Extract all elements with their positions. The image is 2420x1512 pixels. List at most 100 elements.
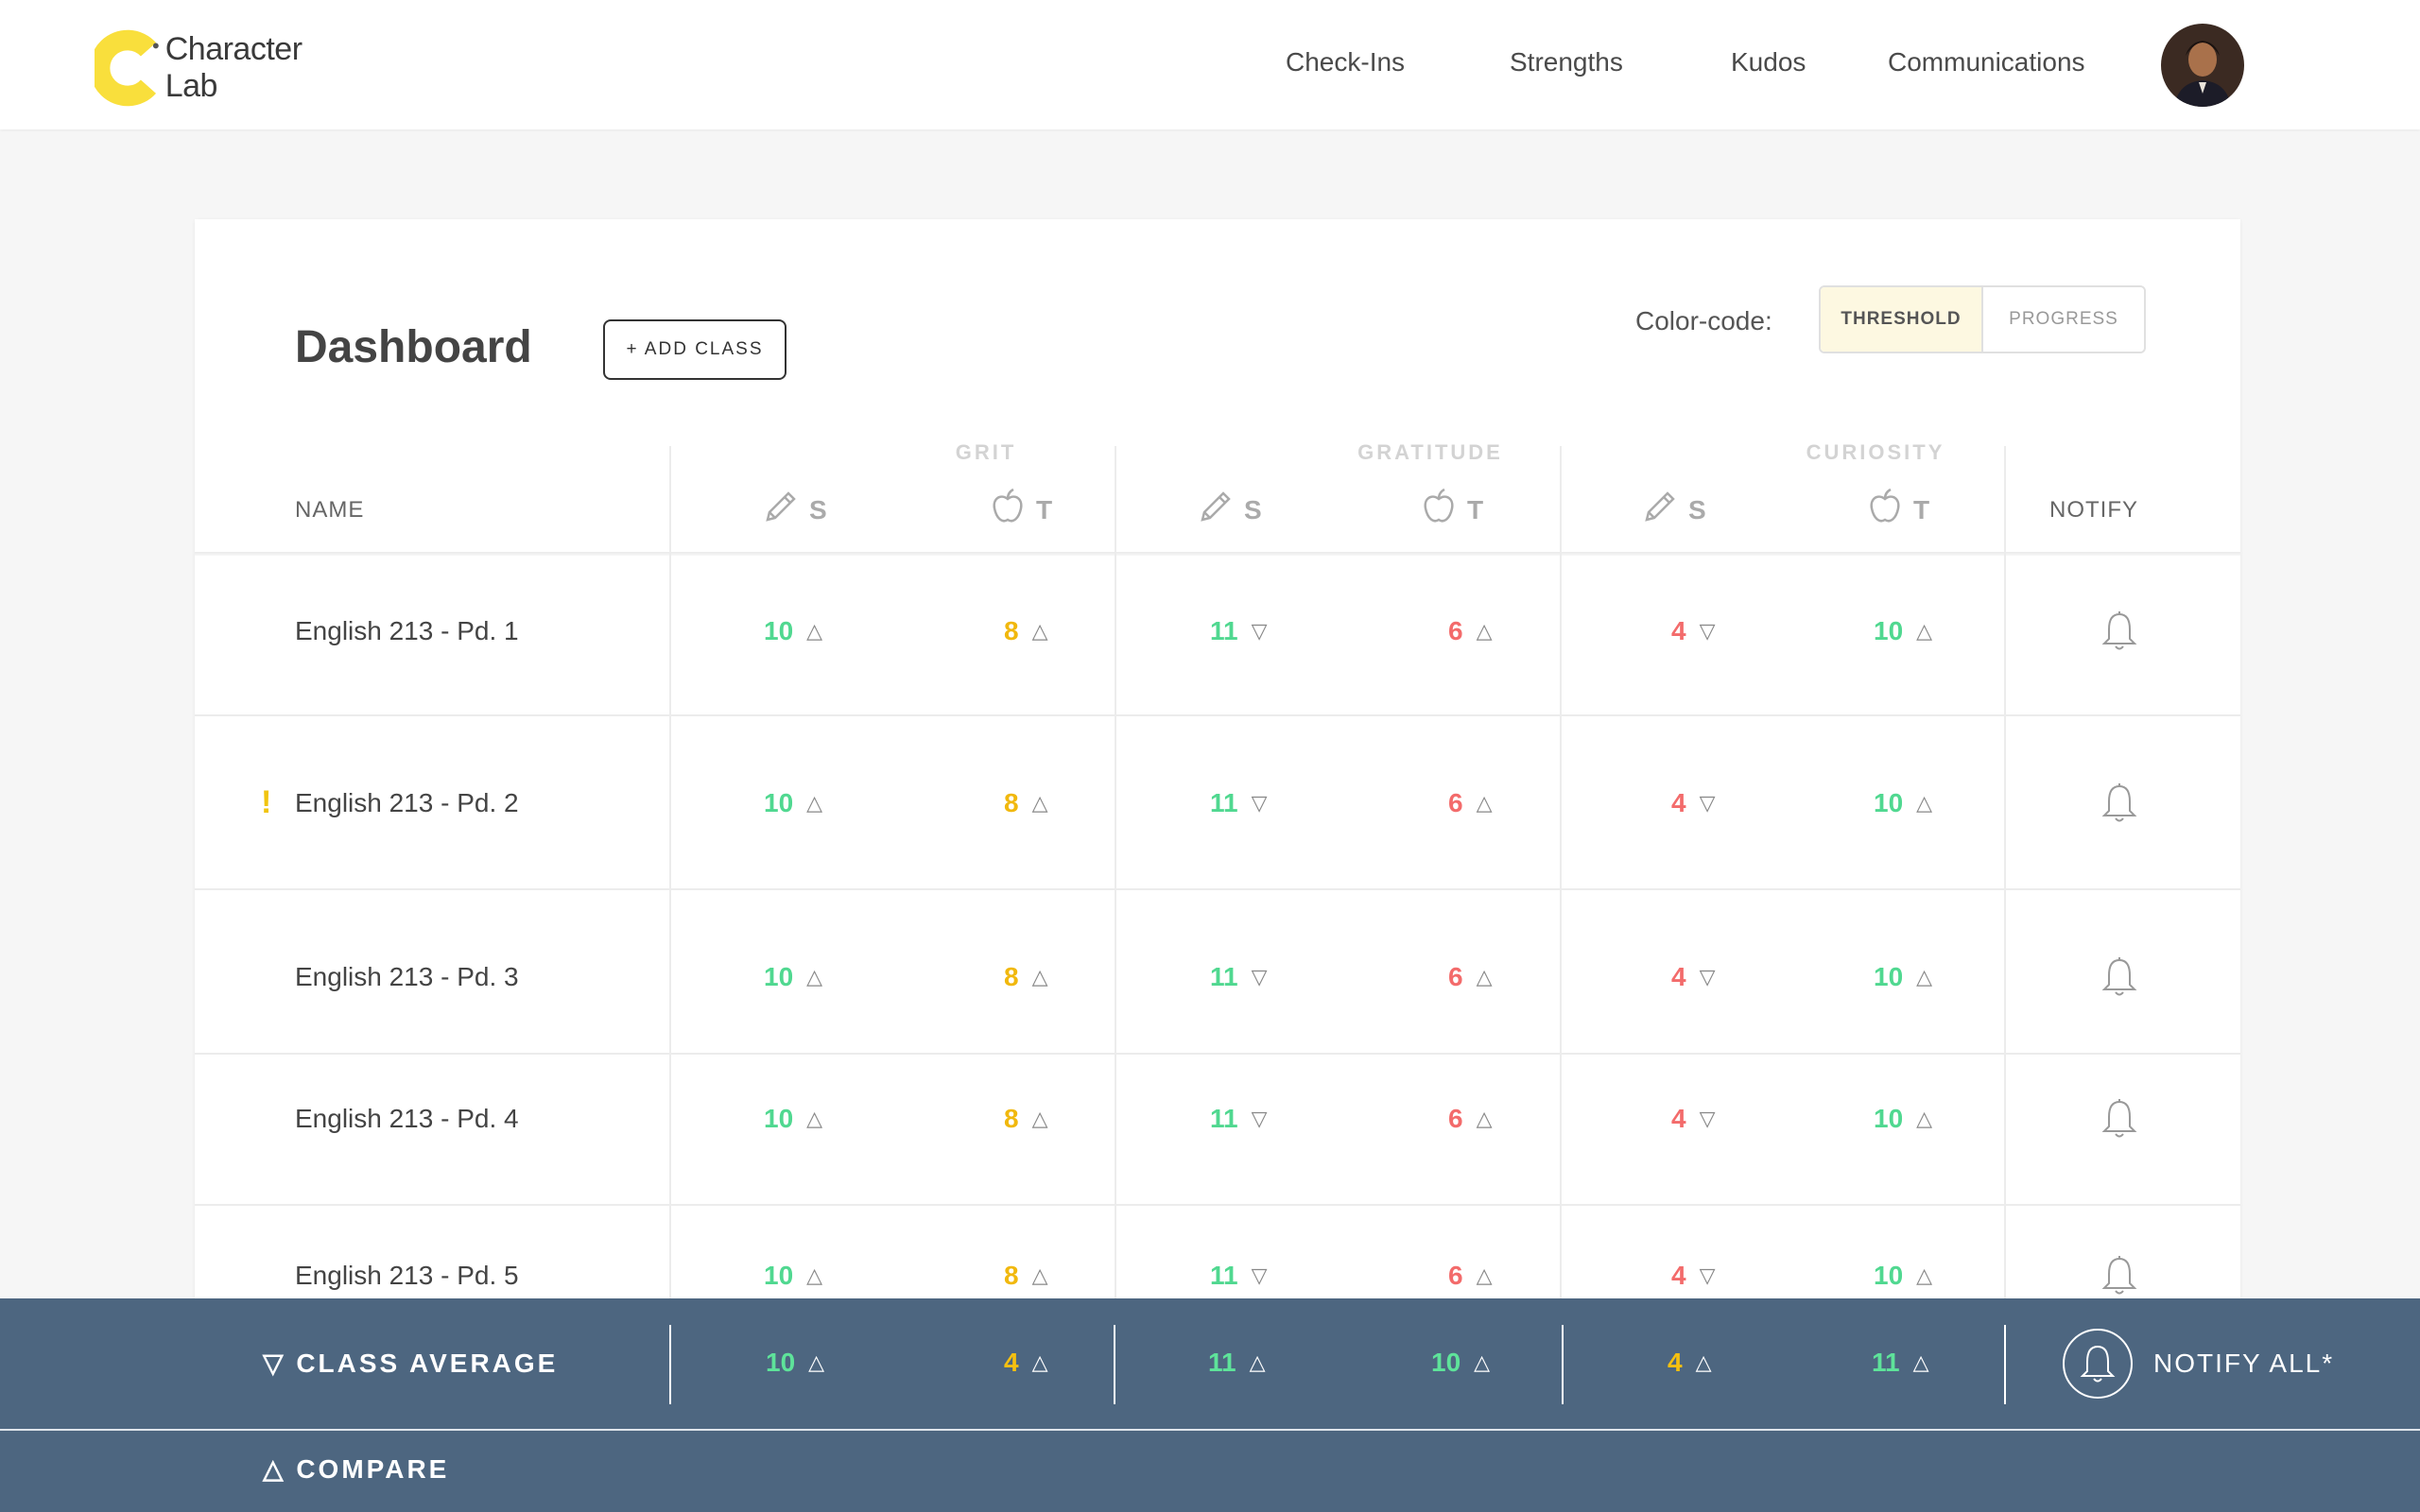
score-cell[interactable]: 10 △	[764, 1261, 822, 1291]
nav-kudos[interactable]: Kudos	[1731, 47, 1806, 77]
score-cell[interactable]: 10 △	[764, 1104, 822, 1134]
add-class-button[interactable]: + ADD CLASS	[603, 319, 786, 380]
score-cell[interactable]: 6 △	[1448, 962, 1493, 992]
score-value: 10	[764, 1104, 794, 1133]
average-value: 10	[766, 1348, 796, 1377]
class-average-toggle[interactable]: ▽ CLASS AVERAGE	[263, 1348, 558, 1379]
score-value: 10	[764, 616, 794, 645]
score-value: 8	[1004, 1261, 1019, 1290]
score-cell[interactable]: 6 △	[1448, 1104, 1493, 1134]
score-cell[interactable]: 10 △	[764, 616, 822, 646]
score-cell[interactable]: 8 △	[1004, 788, 1048, 818]
score-value: 10	[1874, 1104, 1904, 1133]
score-cell[interactable]: 8 △	[1004, 962, 1048, 992]
notify-column-header: NOTIFY	[2049, 497, 2138, 523]
bar-divider	[2004, 1325, 2006, 1404]
pencil-icon	[1639, 486, 1681, 534]
toggle-threshold[interactable]: THRESHOLD	[1821, 287, 1983, 352]
score-cell[interactable]: 10 △	[1874, 788, 1932, 818]
nav-check-ins[interactable]: Check-Ins	[1286, 47, 1405, 77]
score-cell[interactable]: 6 △	[1448, 788, 1493, 818]
score-cell[interactable]: 10 △	[1874, 962, 1932, 992]
score-cell[interactable]: 10 △	[764, 788, 822, 818]
nav-strengths[interactable]: Strengths	[1510, 47, 1623, 77]
trend-down-icon: ▽	[1251, 619, 1268, 643]
toggle-progress[interactable]: PROGRESS	[1983, 287, 2144, 352]
subheader-label: S	[1244, 494, 1262, 524]
class-name[interactable]: English 213 - Pd. 1	[295, 616, 519, 646]
teacher-subheader: T	[1418, 486, 1483, 534]
score-cell[interactable]: 4 ▽	[1671, 1261, 1716, 1291]
score-value: 10	[1874, 962, 1904, 991]
apple-icon	[1864, 486, 1906, 534]
character-lab-logo[interactable]: Character Lab	[95, 28, 359, 108]
subheader-label: S	[809, 494, 827, 524]
trend-up-icon: △	[1031, 619, 1048, 643]
score-cell[interactable]: 4 ▽	[1671, 616, 1716, 646]
score-cell[interactable]: 10 △	[1874, 1261, 1932, 1291]
trend-down-icon: ▽	[1699, 619, 1716, 643]
student-subheader: S	[1195, 486, 1262, 534]
score-value: 6	[1448, 788, 1463, 817]
average-cell: 10 △	[1431, 1348, 1490, 1378]
average-value: 11	[1872, 1348, 1900, 1377]
bell-icon[interactable]	[2100, 956, 2138, 998]
bell-icon[interactable]	[2100, 1098, 2138, 1140]
score-cell[interactable]: 11 ▽	[1210, 1104, 1268, 1134]
score-cell[interactable]: 11 ▽	[1210, 788, 1268, 818]
score-cell[interactable]: 10 △	[1874, 616, 1932, 646]
trend-down-icon: ▽	[1251, 965, 1268, 988]
score-cell[interactable]: 6 △	[1448, 1261, 1493, 1291]
score-cell[interactable]: 6 △	[1448, 616, 1493, 646]
column-divider	[2004, 446, 2006, 1306]
score-cell[interactable]: 4 ▽	[1671, 962, 1716, 992]
bell-icon[interactable]	[2100, 1255, 2138, 1297]
class-name[interactable]: English 213 - Pd. 2	[295, 788, 519, 818]
score-value: 6	[1448, 1261, 1463, 1290]
apple-icon	[987, 486, 1028, 534]
score-value: 11	[1210, 616, 1238, 645]
score-value: 11	[1210, 1261, 1238, 1290]
score-cell[interactable]: 11 ▽	[1210, 1261, 1268, 1291]
score-cell[interactable]: 4 ▽	[1671, 788, 1716, 818]
score-cell[interactable]: 10 △	[1874, 1104, 1932, 1134]
average-value: 11	[1208, 1348, 1236, 1377]
score-cell[interactable]: 10 △	[764, 962, 822, 992]
class-name[interactable]: English 213 - Pd. 3	[295, 962, 519, 992]
compare-toggle[interactable]: △ COMPARE	[263, 1453, 449, 1485]
trend-up-icon: △	[1916, 1263, 1933, 1287]
row-divider	[195, 714, 2240, 716]
score-cell[interactable]: 11 ▽	[1210, 616, 1268, 646]
average-cell: 4 △	[1668, 1348, 1712, 1378]
score-cell[interactable]: 4 ▽	[1671, 1104, 1716, 1134]
score-cell[interactable]: 11 ▽	[1210, 962, 1268, 992]
pencil-icon	[1195, 486, 1236, 534]
bell-icon[interactable]	[2100, 782, 2138, 824]
notify-all-button[interactable]: NOTIFY ALL*	[2063, 1329, 2334, 1399]
user-avatar[interactable]	[2161, 24, 2244, 107]
score-cell[interactable]: 8 △	[1004, 1261, 1048, 1291]
score-cell[interactable]: 8 △	[1004, 1104, 1048, 1134]
trend-up-icon: △	[1249, 1350, 1266, 1374]
trend-up-icon: △	[1916, 965, 1933, 988]
dashboard-card: Dashboard + ADD CLASS Color-code: THRESH…	[195, 219, 2240, 1306]
notify-all-label: NOTIFY ALL*	[2153, 1349, 2335, 1378]
nav-communications[interactable]: Communications	[1888, 47, 2085, 77]
score-cell[interactable]: 8 △	[1004, 616, 1048, 646]
teacher-subheader: T	[1864, 486, 1929, 534]
score-value: 10	[1874, 616, 1904, 645]
score-value: 8	[1004, 616, 1019, 645]
class-name[interactable]: English 213 - Pd. 4	[295, 1104, 519, 1134]
average-value: 4	[1004, 1348, 1019, 1377]
logo-c-icon	[95, 29, 159, 107]
average-cell: 4 △	[1004, 1348, 1048, 1378]
subheader-label: T	[1913, 494, 1930, 524]
student-subheader: S	[1639, 486, 1706, 534]
score-value: 4	[1671, 616, 1686, 645]
bell-icon[interactable]	[2100, 610, 2138, 652]
column-divider	[669, 446, 671, 1306]
score-value: 11	[1210, 962, 1238, 991]
subheader-label: T	[1036, 494, 1053, 524]
class-name[interactable]: English 213 - Pd. 5	[295, 1261, 519, 1291]
bell-icon	[2063, 1329, 2133, 1399]
